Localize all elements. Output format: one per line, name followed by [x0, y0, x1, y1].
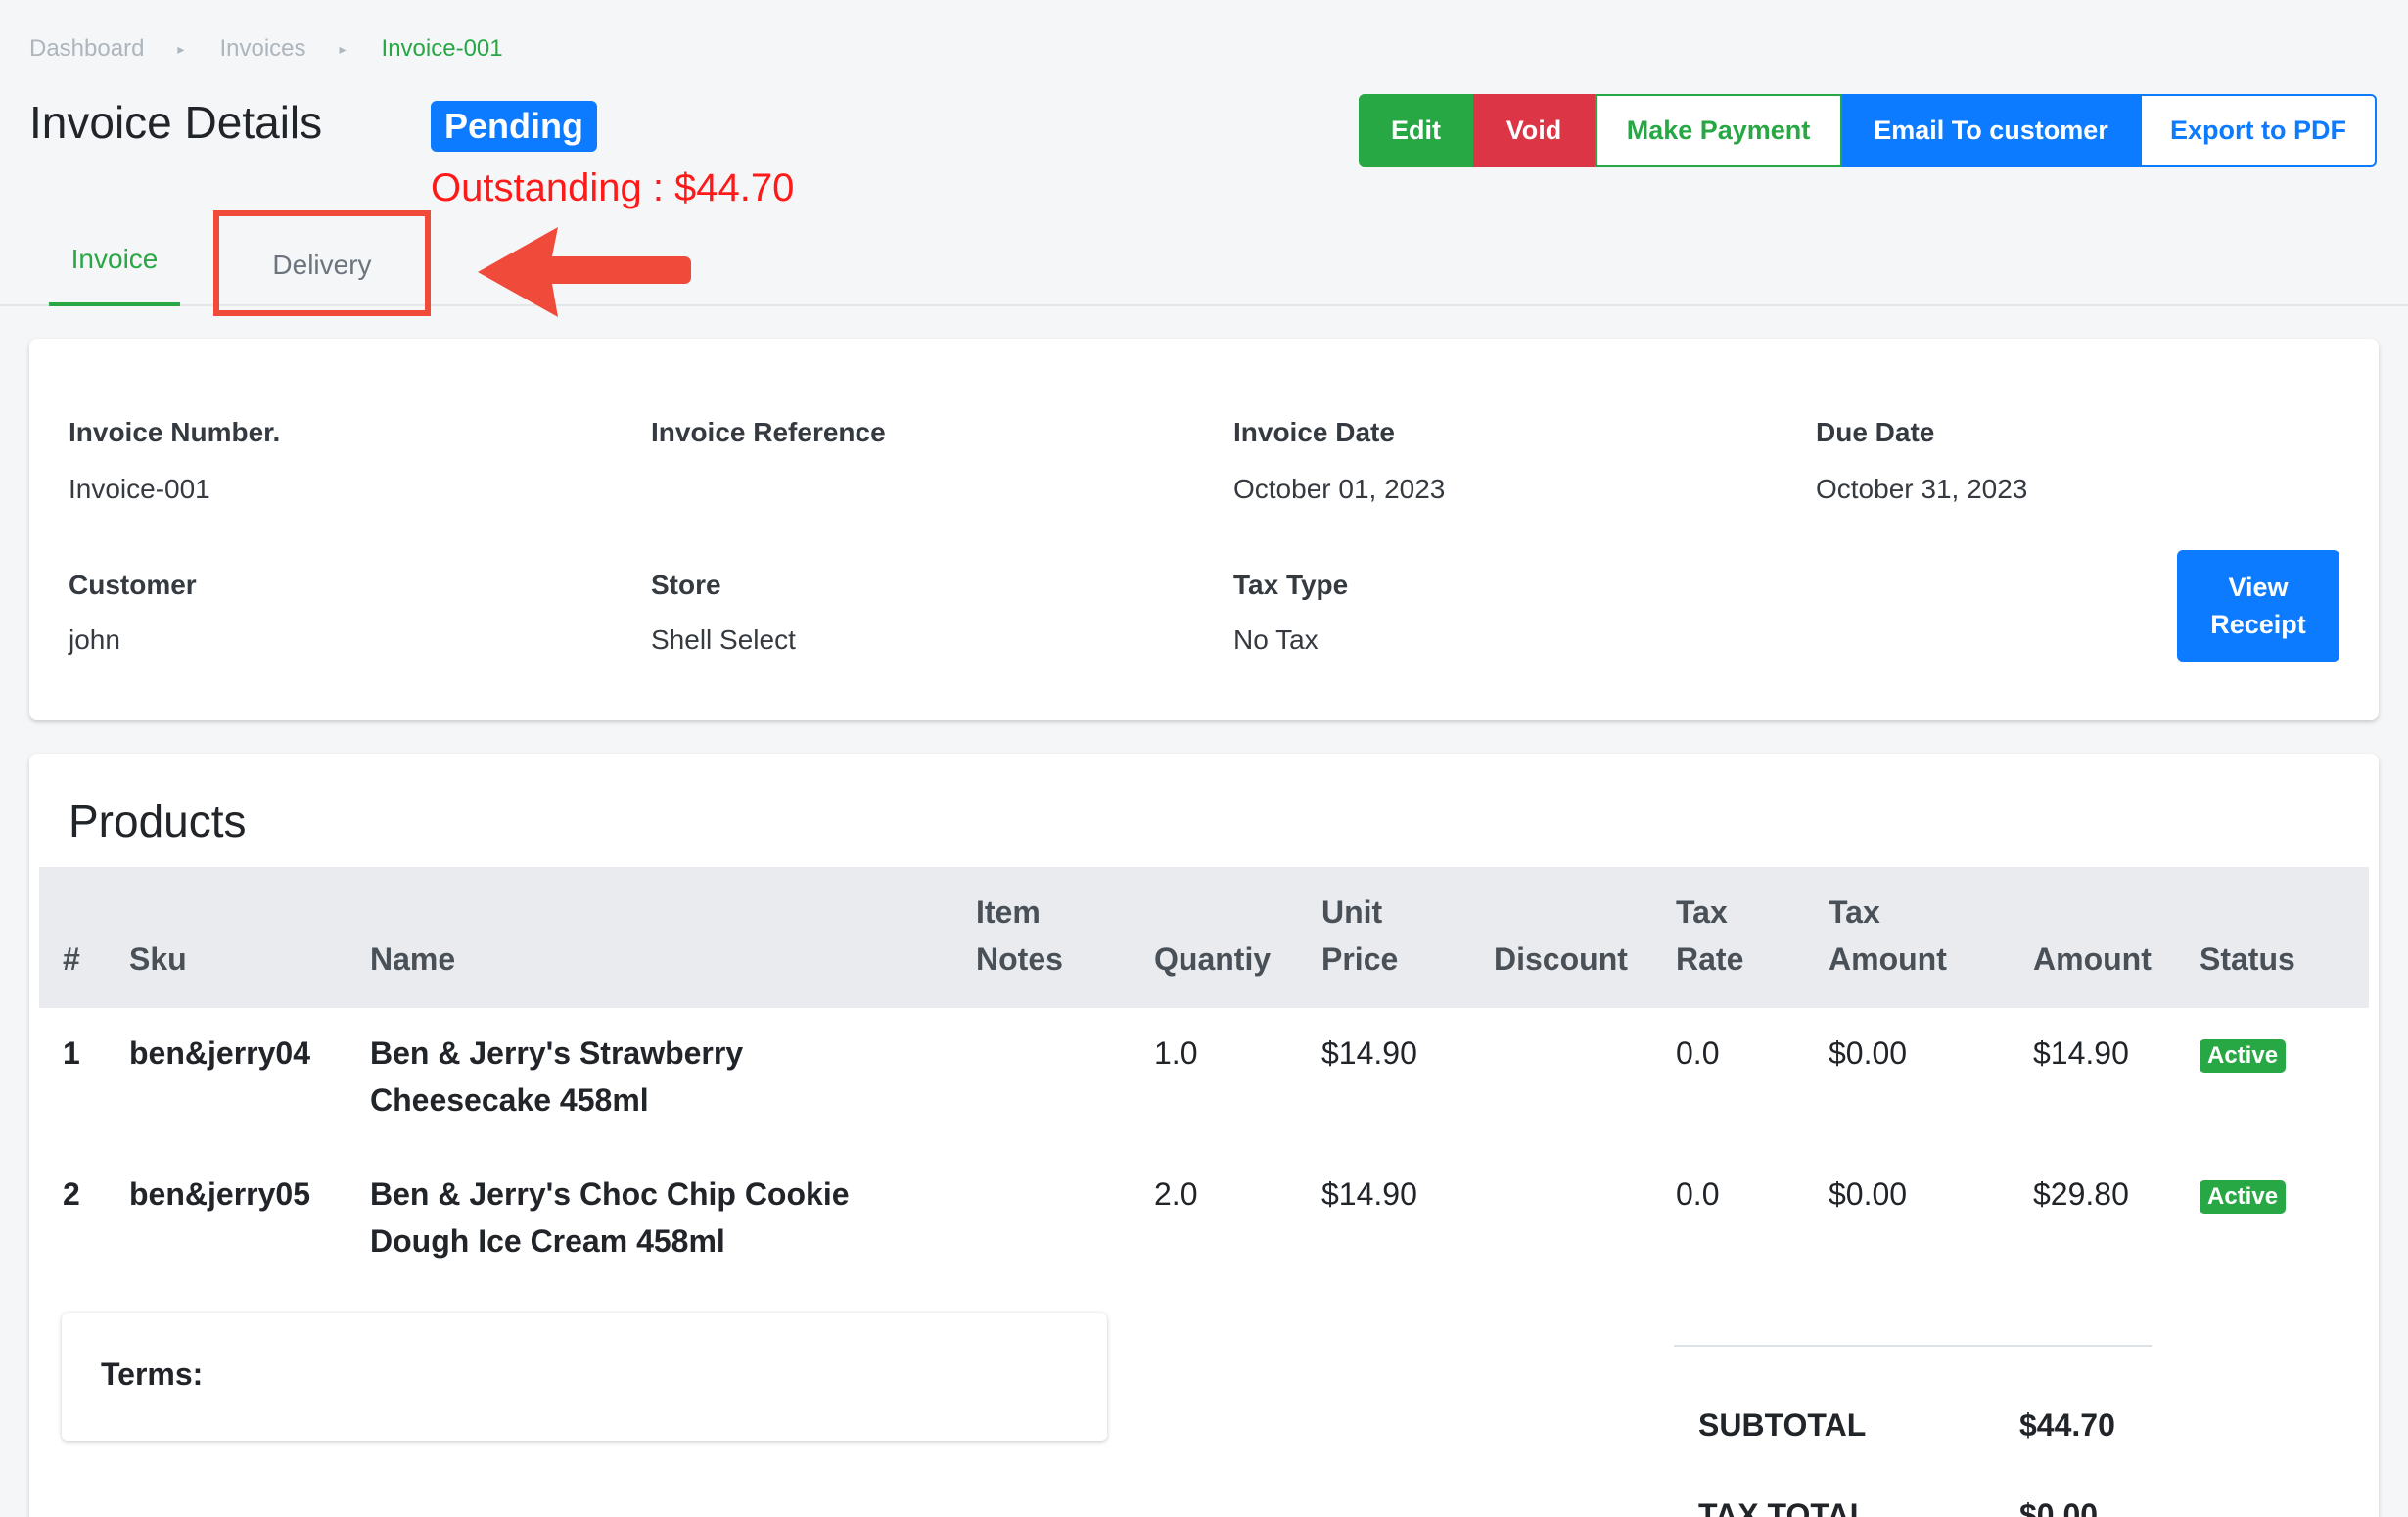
row-tax-amount: $0.00: [1829, 1035, 1908, 1071]
invoice-info-card: Invoice Number. Invoice-001 Invoice Refe…: [29, 339, 2379, 720]
row-name-line1: Ben & Jerry's Choc Chip Cookie: [370, 1176, 850, 1212]
row-name-line2: Dough Ice Cream 458ml: [370, 1223, 725, 1259]
column-header-number: #: [63, 942, 80, 977]
column-header-unit-price: Unit Price: [1321, 895, 1399, 977]
breadcrumb-current: Invoice-001: [381, 35, 503, 62]
invoice-date-label: Invoice Date: [1233, 417, 1395, 447]
tax-type-label: Tax Type: [1233, 570, 1349, 600]
row-quantity: 1.0: [1154, 1035, 1198, 1071]
due-date-value: October 31, 2023: [1816, 474, 2028, 504]
row-tax-rate: 0.0: [1676, 1035, 1720, 1071]
action-button-group: Edit Void Make Payment Email To customer…: [1359, 94, 2377, 167]
column-header-status: Status: [2200, 942, 2295, 977]
edit-button[interactable]: Edit: [1359, 94, 1473, 167]
view-receipt-button[interactable]: View Receipt: [2177, 550, 2339, 662]
void-button[interactable]: Void: [1473, 94, 1595, 167]
row-sku: ben&jerry04: [129, 1035, 310, 1071]
products-title: Products: [69, 796, 247, 847]
column-header-quantity: Quantiy: [1154, 942, 1272, 977]
invoice-reference-label: Invoice Reference: [651, 417, 886, 447]
terms-label: Terms:: [101, 1356, 204, 1392]
outstanding-amount: Outstanding : $44.70: [431, 166, 795, 209]
terms-box: Terms:: [62, 1313, 1107, 1441]
row-amount: $29.80: [2033, 1176, 2129, 1212]
tab-bar: Invoice Delivery: [0, 210, 2408, 316]
column-header-item-notes: Item Notes: [976, 895, 1063, 977]
column-header-sku: Sku: [129, 942, 187, 977]
row-unit-price: $14.90: [1321, 1035, 1417, 1071]
email-customer-button[interactable]: Email To customer: [1842, 94, 2140, 167]
row-quantity: 2.0: [1154, 1176, 1198, 1212]
breadcrumb-invoices[interactable]: Invoices: [219, 35, 305, 63]
products-card: Products # Sku Name Item Notes Quantiy U…: [29, 754, 2379, 1517]
breadcrumb-dashboard[interactable]: Dashboard: [29, 35, 144, 63]
store-value: Shell Select: [651, 624, 796, 655]
tax-total-value: $0.00: [2019, 1497, 2099, 1517]
subtotal-value: $44.70: [2019, 1407, 2115, 1443]
row-sku: ben&jerry05: [129, 1176, 310, 1212]
customer-label: Customer: [69, 570, 197, 600]
tab-invoice[interactable]: Invoice: [49, 240, 180, 306]
row-number: 2: [63, 1176, 80, 1212]
invoice-number-label: Invoice Number.: [69, 417, 281, 447]
status-badge: Active: [2200, 1180, 2287, 1214]
export-pdf-button[interactable]: Export to PDF: [2140, 94, 2377, 167]
totals-divider: [1674, 1345, 2152, 1347]
column-header-amount: Amount: [2033, 942, 2152, 977]
column-header-tax-rate: Tax Rate: [1676, 895, 1744, 977]
row-unit-price: $14.90: [1321, 1176, 1417, 1212]
breadcrumb-separator-icon: ▸: [177, 40, 185, 57]
breadcrumb-separator-icon: ▸: [339, 40, 347, 57]
due-date-label: Due Date: [1816, 417, 1935, 447]
status-badge: Pending: [431, 101, 597, 152]
tab-delivery[interactable]: Delivery: [213, 210, 431, 316]
page-title: Invoice Details: [29, 97, 323, 148]
status-badge: Active: [2200, 1039, 2287, 1073]
row-amount: $14.90: [2033, 1035, 2129, 1071]
tax-total-label: TAX TOTAL: [1698, 1497, 1870, 1517]
products-table-header: # Sku Name Item Notes Quantiy Unit Price…: [39, 867, 2369, 1008]
invoice-date-value: October 01, 2023: [1233, 474, 1446, 504]
row-name-line1: Ben & Jerry's Strawberry: [370, 1035, 744, 1071]
store-label: Store: [651, 570, 721, 600]
annotation-arrow-icon: [478, 227, 691, 317]
row-number: 1: [63, 1035, 80, 1071]
row-tax-amount: $0.00: [1829, 1176, 1908, 1212]
row-tax-rate: 0.0: [1676, 1176, 1720, 1212]
invoice-number-value: Invoice-001: [69, 474, 210, 504]
tax-type-value: No Tax: [1233, 624, 1319, 655]
column-header-name: Name: [370, 942, 456, 977]
customer-value: john: [69, 624, 120, 655]
column-header-discount: Discount: [1494, 942, 1628, 977]
make-payment-button[interactable]: Make Payment: [1595, 94, 1842, 167]
breadcrumb: Dashboard ▸ Invoices ▸ Invoice-001: [29, 35, 503, 63]
row-name-line2: Cheesecake 458ml: [370, 1082, 649, 1118]
subtotal-label: SUBTOTAL: [1698, 1407, 1867, 1443]
column-header-tax-amount: Tax Amount: [1829, 895, 1947, 977]
